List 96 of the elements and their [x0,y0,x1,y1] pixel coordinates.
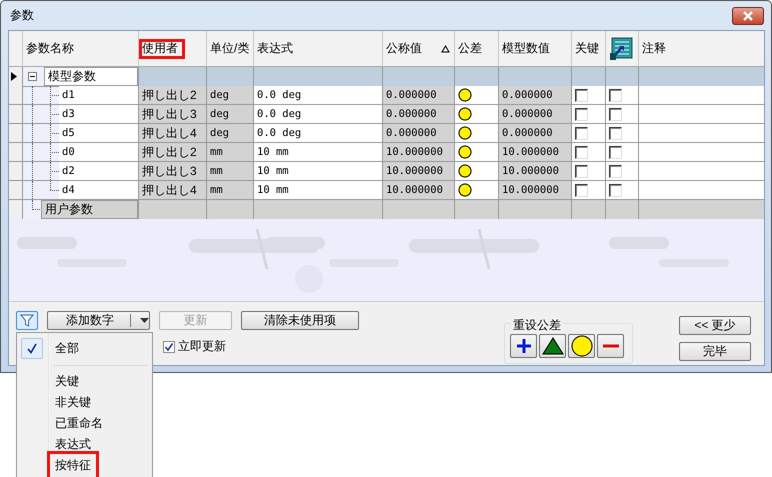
table-cell: 10.000000 [383,162,455,181]
checkbox[interactable] [609,126,622,140]
checkbox[interactable] [575,126,588,140]
menu-item[interactable]: 全部 [52,338,82,358]
checkbox[interactable] [609,184,622,196]
column-header[interactable]: 表达式 [254,31,383,67]
group-name[interactable]: 模型参数 [44,67,138,86]
filter-icon [20,314,34,327]
done-button[interactable]: 完毕 [679,342,751,361]
group-name[interactable]: 用户参数 [41,200,138,219]
column-header[interactable]: 参数名称 [23,31,139,67]
checkbox[interactable] [609,146,622,158]
table-cell [207,200,254,220]
column-header[interactable]: 公称值 [383,31,455,67]
table-cell: 0.000000 [499,86,572,105]
expression-field[interactable]: 10 mm [254,162,383,181]
group-label: 重设公差 [511,317,563,334]
close-icon [742,10,754,20]
table-cell: 押し出し4 [139,181,207,200]
column-header[interactable]: 公差 [455,31,499,67]
menu-item[interactable]: 已重命名 [52,413,106,434]
column-header[interactable]: 关键 [572,31,606,67]
column-header[interactable]: 使用者 [139,31,207,67]
expression-field[interactable]: 0.0 deg [254,105,383,124]
table-cell: mm [207,162,254,181]
circle-icon[interactable] [458,126,472,140]
column-header[interactable]: 模型数值 [499,31,572,67]
menu-item[interactable]: 关键 [52,371,82,392]
table-cell [207,67,254,87]
table-cell: 0.000000 [383,86,455,105]
checkbox[interactable] [609,108,622,120]
expression-field[interactable]: 10 mm [254,181,383,200]
column-header[interactable] [606,31,639,67]
table-cell: 10.000000 [499,143,572,162]
parameter-name[interactable]: d3 [59,105,138,123]
row-header[interactable] [9,67,23,87]
table-cell: 10.000000 [499,181,572,200]
table-cell: 押し出し4 [139,124,207,143]
parameter-name[interactable]: d5 [59,124,138,142]
circle-icon[interactable] [458,183,472,197]
dropdown-icon [140,318,149,323]
table-cell [383,67,455,87]
expression-field[interactable]: 0.0 deg [254,86,383,105]
circle-icon[interactable] [458,107,472,121]
table-cell: deg [207,124,254,143]
checkbox[interactable] [575,184,588,196]
close-button[interactable] [732,6,764,24]
column-header[interactable]: 注释 [639,31,764,67]
table-cell: 押し出し2 [139,143,207,162]
checkbox[interactable] [575,146,588,158]
circle-icon[interactable] [458,88,472,102]
filter-button[interactable] [16,311,38,330]
table-cell: 押し出し3 [139,105,207,124]
add-number-button[interactable]: 添加数字 [47,311,150,330]
less-button[interactable]: << 更少 [679,316,751,335]
reset-tolerance-button[interactable] [510,334,537,358]
table-cell: 0.000000 [499,124,572,143]
parameter-name[interactable]: d2 [59,162,138,180]
collapse-icon[interactable] [28,72,37,81]
expression-field[interactable]: 0.0 deg [254,124,383,143]
checkbox[interactable] [163,340,175,352]
checkbox[interactable] [609,88,622,102]
table-cell: 押し出し2 [139,86,207,105]
table-cell: 10.000000 [499,162,572,181]
menu-item[interactable]: 非关键 [52,392,94,413]
table-cell: 0.000000 [383,124,455,143]
parameter-name[interactable]: d0 [59,143,138,161]
checkbox[interactable] [575,164,588,178]
circle-icon[interactable] [458,164,472,178]
purge-button[interactable]: 清除未使用项 [241,311,359,330]
parameter-name[interactable]: d4 [59,181,138,199]
table-cell: 0.000000 [383,105,455,124]
expression-field[interactable]: 10 mm [254,143,383,162]
table-cell: 10.000000 [383,181,455,200]
table-cell: 押し出し3 [139,162,207,181]
table-cell: 0.000000 [499,105,572,124]
menu-item[interactable]: 按特征 [50,454,96,477]
highlight-frame [139,39,185,59]
table-cell: deg [207,86,254,105]
sort-icon [441,45,450,53]
table-cell: mm [207,181,254,200]
checkbox[interactable] [575,108,588,120]
table-cell: mm [207,143,254,162]
menu-item[interactable]: 表达式 [52,434,94,455]
checkbox[interactable] [609,164,622,178]
column-header[interactable]: 单位/类 [207,31,254,67]
table-cell: deg [207,105,254,124]
checkbox[interactable] [575,88,588,102]
table-cell [383,200,455,220]
table-cell [139,200,207,220]
circle-icon[interactable] [458,145,472,159]
parameter-name[interactable]: d1 [59,86,138,104]
table-cell: 10.000000 [383,143,455,162]
checkbox-label[interactable]: 立即更新 [178,338,226,355]
table-link-icon[interactable] [609,36,633,60]
window-title: 参数 [9,7,34,24]
